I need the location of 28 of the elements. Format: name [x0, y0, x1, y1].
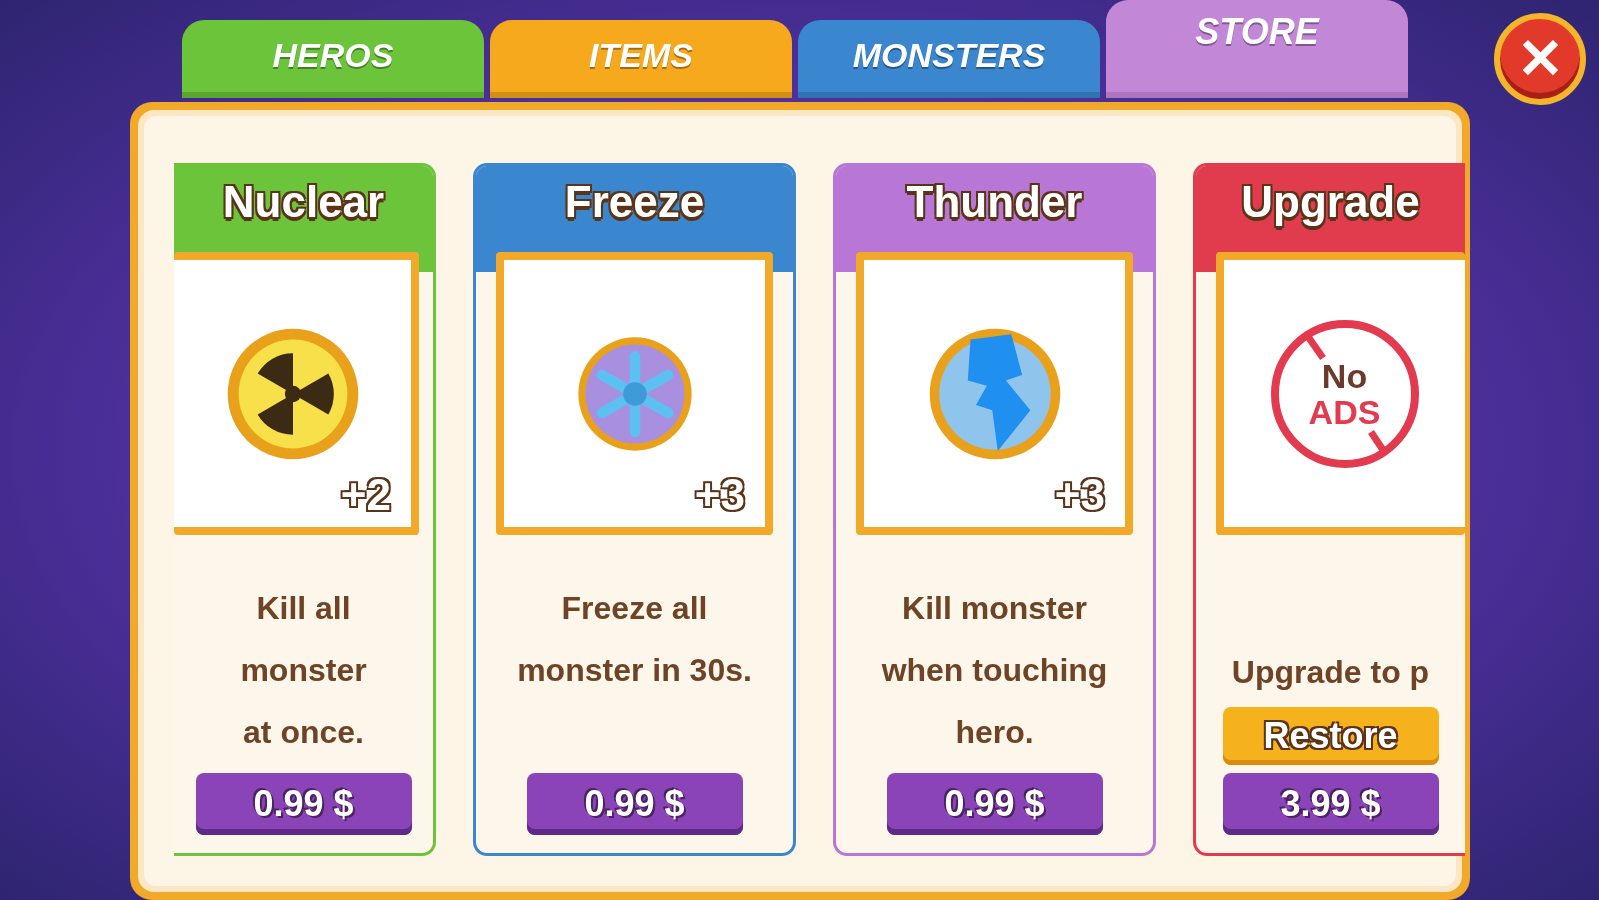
description-text: hero. — [955, 713, 1034, 752]
description-text: monster in 30s. — [517, 651, 752, 690]
price-button[interactable]: 3.99 $ — [1222, 773, 1439, 835]
price-button[interactable]: 0.99 $ — [195, 773, 412, 835]
no-ads-text: ADS — [1308, 393, 1381, 430]
description-text: when touching — [881, 651, 1108, 690]
card-title: Thunder — [906, 180, 1083, 228]
no-ads-text: No — [1321, 357, 1368, 394]
description-text: monster — [240, 651, 367, 690]
card-title: Nuclear — [222, 180, 385, 228]
description-text: Upgrade to p — [1231, 653, 1430, 692]
quantity-label: +2 — [340, 473, 391, 517]
quantity-label: +3 — [1054, 473, 1105, 517]
price-button[interactable]: 0.99 $ — [886, 773, 1103, 835]
card-title: Upgrade — [1241, 180, 1420, 228]
store-tab[interactable]: STORE — [1106, 0, 1408, 98]
description-text: at once. — [243, 713, 364, 752]
close-button[interactable]: ✕ — [1494, 13, 1586, 105]
description-text: Kill monster — [902, 589, 1087, 628]
store-tab[interactable]: HEROS — [182, 20, 484, 98]
prohibition-icon — [1270, 319, 1419, 468]
price-button[interactable]: 0.99 $ — [526, 773, 743, 835]
quantity-label: +3 — [694, 473, 745, 517]
snowflake-icon — [575, 334, 694, 453]
store-tab[interactable]: MONSTERS — [798, 20, 1100, 98]
description-text: Kill all — [256, 589, 351, 628]
description-text: Freeze all — [561, 589, 708, 628]
card-title: Freeze — [564, 180, 705, 228]
